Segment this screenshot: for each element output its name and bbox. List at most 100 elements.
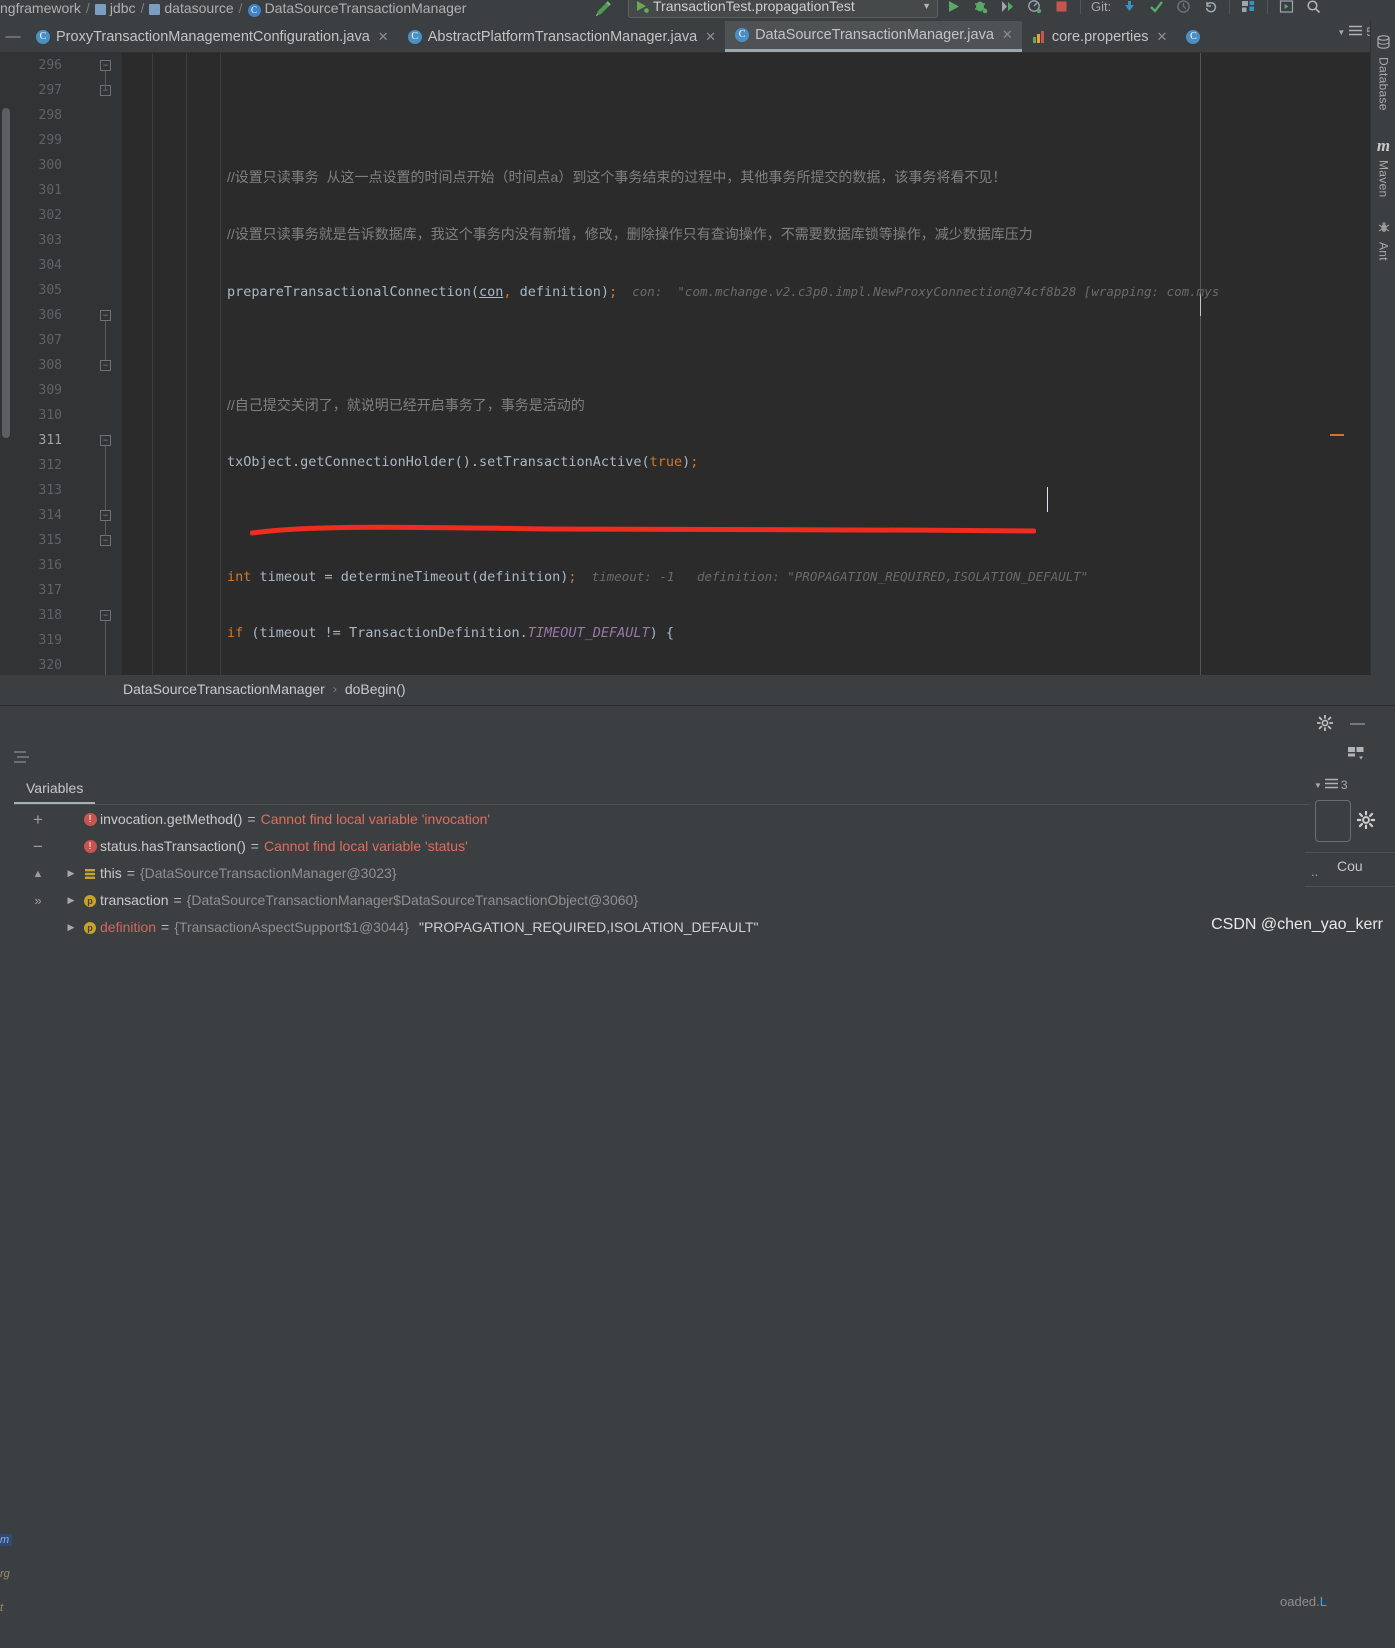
junit-run-icon (637, 1, 649, 13)
tab-proxytransactionmanagementconfiguration[interactable]: C ProxyTransactionManagementConfiguratio… (26, 21, 398, 52)
chevron-down-icon[interactable]: ▼ (1337, 28, 1345, 37)
history-icon[interactable] (1175, 0, 1192, 15)
left-badge-rg: rg (0, 1568, 10, 1580)
layout-settings-icon[interactable] (1347, 746, 1365, 765)
java-class-icon: C (36, 29, 50, 44)
pencil-icon[interactable] (592, 0, 614, 20)
run-configuration-selector[interactable]: TransactionTest.propagationTest ▼ (628, 0, 938, 18)
variable-row-status[interactable]: ! status.hasTransaction() = Cannot find … (62, 833, 1312, 860)
hide-tabs-icon[interactable]: — (0, 21, 26, 52)
variables-list[interactable]: ! invocation.getMethod() = Cannot find l… (62, 806, 1312, 943)
watch-placeholder-box[interactable] (1315, 800, 1351, 842)
code-text-area[interactable]: //设置只读事务 从这一点设置的时间点开始（时间点a）到这个事务结束的过程中，其… (122, 53, 1370, 675)
editor-left-scrollbar[interactable] (2, 108, 10, 438)
line-number: 317 (38, 583, 62, 598)
profile-icon[interactable] (1026, 0, 1043, 15)
add-watch-button[interactable]: + (14, 806, 62, 833)
expander-arrow-icon[interactable]: ▶ (62, 887, 80, 914)
navbar-crumb-2[interactable]: datasource (149, 0, 234, 16)
fold-marker-open[interactable]: − (100, 610, 111, 621)
run-anything-icon[interactable] (1278, 0, 1295, 15)
expander-arrow-icon[interactable]: ▶ (62, 860, 80, 887)
code-line-300[interactable]: //自己提交关闭了，就说明已经开启事务了，事务是活动的 (122, 393, 1370, 418)
fold-marker-open[interactable]: − (100, 60, 111, 71)
move-up-button[interactable]: ▲ (14, 860, 62, 887)
commit-icon[interactable] (1148, 0, 1165, 15)
navbar-crumb-3[interactable]: C DataSourceTransactionManager (247, 0, 467, 17)
tab-partial-next[interactable]: C (1176, 21, 1215, 52)
run-with-coverage-icon[interactable] (999, 0, 1016, 15)
expand-more-button[interactable]: » (14, 887, 62, 914)
tab-core-properties[interactable]: core.properties ✕ (1022, 21, 1177, 52)
code-line-303[interactable]: int timeout = determineTimeout(definitio… (122, 564, 1370, 589)
update-project-icon[interactable] (1121, 0, 1138, 15)
debug-window-header: — (0, 706, 1395, 740)
fold-marker-close[interactable]: − (100, 535, 111, 546)
run-icon[interactable] (945, 0, 962, 15)
error-stripe-mark[interactable] (1330, 434, 1344, 436)
status-link[interactable]: L (1320, 1594, 1327, 1609)
close-icon[interactable]: ✕ (378, 29, 389, 45)
watermark: CSDN @chen_yao_kerr (1211, 916, 1383, 933)
tool-button-database[interactable]: Database (1371, 35, 1395, 111)
navbar-sep-1: / (140, 0, 145, 16)
remove-watch-button[interactable]: − (14, 833, 62, 860)
code-folding-column[interactable]: − − − − − − − − (100, 53, 122, 675)
code-line-304[interactable]: if (timeout != TransactionDefinition.TIM… (122, 621, 1370, 646)
line-number: 320 (38, 658, 62, 673)
breadcrumb-method[interactable]: doBegin() (345, 681, 406, 697)
minimize-icon[interactable]: — (1350, 715, 1365, 732)
frames-view-icon[interactable] (14, 750, 32, 767)
chevron-down-icon[interactable]: ▼ (922, 1, 931, 11)
fold-marker-open[interactable]: − (100, 310, 111, 321)
fold-marker-close[interactable]: − (100, 360, 111, 371)
expander-arrow-icon[interactable]: ▶ (62, 914, 80, 941)
navbar-breadcrumbs[interactable]: ngframework / jdbc / datasource / C Data… (0, 0, 466, 20)
line-number-current: 311 (38, 433, 62, 448)
code-line-301[interactable]: txObject.getConnectionHolder().setTransa… (122, 450, 1370, 475)
structure-icon[interactable] (1240, 0, 1257, 15)
breadcrumb-class[interactable]: DataSourceTransactionManager (123, 681, 325, 697)
code-line-297[interactable]: //设置只读事务就是告诉数据库，我这个事务内没有新增，修改，删除操作只有查询操作… (122, 222, 1370, 247)
navbar-crumb-1[interactable]: jdbc (94, 0, 136, 16)
code-line-299[interactable] (122, 336, 1370, 361)
tool-button-ant[interactable]: Ant (1371, 221, 1395, 261)
editor-tabs: — C ProxyTransactionManagementConfigurat… (0, 21, 1395, 52)
git-label: Git: (1091, 0, 1112, 14)
tabs-overflow-control[interactable]: ▼ 5 (1337, 25, 1373, 39)
settings-gear-icon[interactable] (1316, 714, 1334, 734)
tab-abstractplatformtransactionmanager[interactable]: C AbstractPlatformTransactionManager.jav… (398, 21, 725, 52)
variable-name: this (100, 865, 122, 881)
navbar-crumb-3-label: DataSourceTransactionManager (264, 0, 467, 16)
equals-sign: = (126, 865, 135, 881)
code-editor[interactable]: 296 297 298 299 300 301 302 303 304 305 … (0, 53, 1370, 675)
equals-sign: = (247, 811, 256, 827)
tab-label: AbstractPlatformTransactionManager.java (427, 28, 698, 45)
tab-variables[interactable]: Variables (14, 776, 96, 804)
settings-gear-icon[interactable] (1356, 810, 1376, 832)
tool-button-maven[interactable]: m Maven (1371, 136, 1395, 198)
debug-status-text: oaded.L (1280, 1594, 1327, 1609)
fold-marker-open[interactable]: − (100, 435, 111, 446)
line-number: 308 (38, 358, 62, 373)
tab-datasourcetransactionmanager[interactable]: C DataSourceTransactionManager.java ✕ (725, 21, 1022, 52)
package-icon (149, 3, 161, 15)
close-icon[interactable]: ✕ (1002, 27, 1013, 43)
variable-row-invocation[interactable]: ! invocation.getMethod() = Cannot find l… (62, 806, 1312, 833)
search-icon[interactable] (1305, 0, 1322, 15)
code-breadcrumb[interactable]: DataSourceTransactionManager › doBegin() (25, 675, 1370, 703)
stop-icon[interactable] (1053, 0, 1070, 15)
debug-icon[interactable] (972, 0, 989, 15)
navbar-crumb-0[interactable]: ngframework (0, 0, 81, 16)
variable-row-definition[interactable]: ▶ p definition = {TransactionAspectSuppo… (62, 914, 1312, 941)
variable-row-transaction[interactable]: ▶ p transaction = {DataSourceTransaction… (62, 887, 1312, 914)
close-icon[interactable]: ✕ (705, 29, 716, 45)
code-line-298[interactable]: prepareTransactionalConnection(con, defi… (122, 279, 1370, 304)
fold-marker-close[interactable]: − (100, 510, 111, 521)
rollback-icon[interactable] (1202, 0, 1219, 15)
variable-row-this[interactable]: ▶ this = {DataSourceTransactionManager@3… (62, 860, 1312, 887)
code-line-296[interactable]: //设置只读事务 从这一点设置的时间点开始（时间点a）到这个事务结束的过程中，其… (122, 165, 1370, 190)
overflow-dots[interactable]: .. (1311, 864, 1318, 879)
close-icon[interactable]: ✕ (1157, 29, 1168, 45)
counter-label: Cou (1337, 858, 1363, 874)
